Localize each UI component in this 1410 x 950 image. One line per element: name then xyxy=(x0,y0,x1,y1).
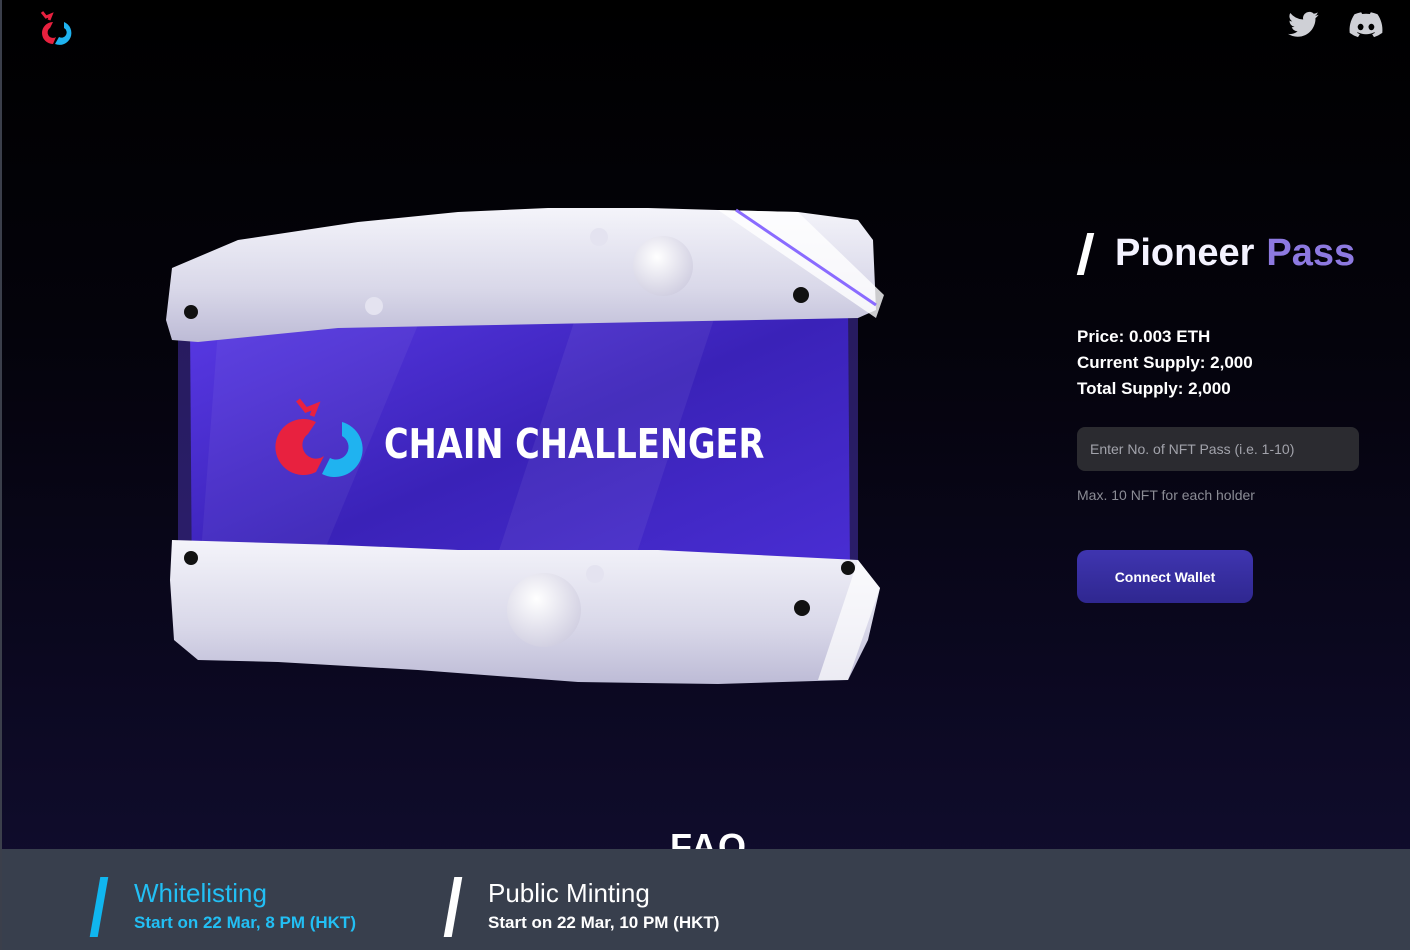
price-text: Price: 0.003 ETH xyxy=(1077,327,1211,346)
total-supply-text: Total Supply: 2,000 xyxy=(1077,379,1231,398)
max-nft-hint: Max. 10 NFT for each holder xyxy=(1077,487,1255,503)
minting-schedule-bar: Whitelisting Start on 22 Mar, 8 PM (HKT)… xyxy=(2,849,1410,950)
phase-slash-decoration xyxy=(89,877,109,937)
title-slash-decoration xyxy=(1076,232,1095,275)
card-brand-text: CHAIN CHALLENGER xyxy=(384,420,765,468)
phase-date: Start on 22 Mar, 10 PM (HKT) xyxy=(488,913,720,932)
phase-name: Public Minting xyxy=(488,878,650,908)
phase-date: Start on 22 Mar, 8 PM (HKT) xyxy=(134,913,356,932)
current-supply-text: Current Supply: 2,000 xyxy=(1077,353,1253,372)
pass-info: Price: 0.003 ETH Current Supply: 2,000 T… xyxy=(1077,324,1253,402)
twitter-icon[interactable] xyxy=(1286,8,1322,42)
connect-wallet-button[interactable]: Connect Wallet xyxy=(1077,550,1253,603)
title-primary-word: Pioneer xyxy=(1115,232,1255,274)
title-accent-word: Pass xyxy=(1266,232,1356,274)
pioneer-pass-card-image: CHAIN CHALLENGER xyxy=(158,200,893,695)
page-title: Pioneer Pass xyxy=(1076,232,1355,275)
window-border xyxy=(0,0,2,950)
phase-name: Whitelisting xyxy=(134,878,267,908)
nft-quantity-input[interactable] xyxy=(1077,427,1359,471)
chain-challenger-logo-icon[interactable] xyxy=(28,8,82,48)
phase-slash-decoration xyxy=(443,877,463,937)
discord-icon[interactable] xyxy=(1348,8,1384,42)
